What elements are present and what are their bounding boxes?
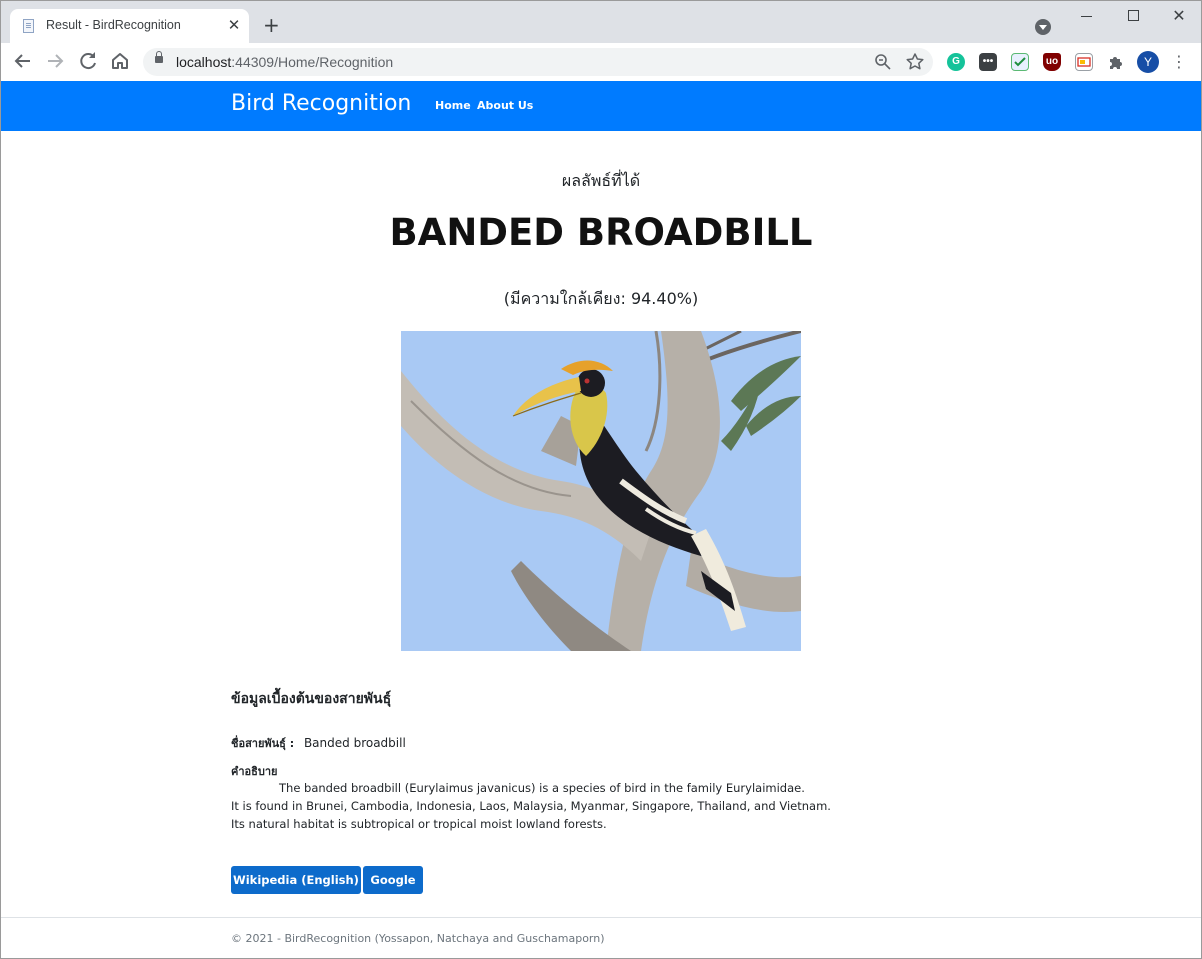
lock-icon[interactable] xyxy=(155,51,163,63)
nav-link-home[interactable]: Home xyxy=(435,99,471,112)
ublock-icon[interactable]: uo xyxy=(1043,53,1061,71)
site-navbar: Bird Recognition Home About Us xyxy=(1,81,1201,131)
new-tab-icon[interactable]: + xyxy=(263,15,280,35)
tab-strip: Result - BirdRecognition ✕ + ✕ xyxy=(1,1,1201,43)
result-label: ผลลัพธ์ที่ได้ xyxy=(561,171,641,190)
description-line: The banded broadbill (Eurylaimus javanic… xyxy=(279,781,805,795)
check-extension-icon[interactable] xyxy=(1011,53,1029,71)
navbar-brand[interactable]: Bird Recognition xyxy=(231,91,411,116)
browser-toolbar: localhost:44309/Home/Recognition G ••• u… xyxy=(1,43,1201,82)
description-text: The banded broadbill (Eurylaimus javanic… xyxy=(231,779,871,833)
bird-photo xyxy=(401,331,801,651)
home-icon[interactable] xyxy=(108,49,132,73)
description-line: It is found in Brunei, Cambodia, Indones… xyxy=(231,799,831,813)
address-bar[interactable]: localhost:44309/Home/Recognition xyxy=(143,48,933,76)
tab-close-icon[interactable]: ✕ xyxy=(226,15,242,35)
page-favicon-icon xyxy=(23,19,34,33)
puzzle-icon[interactable] xyxy=(1107,53,1125,71)
info-heading: ข้อมูลเบื้องต้นของสายพันธุ์ xyxy=(231,691,392,707)
description-line: Its natural habitat is subtropical or tr… xyxy=(231,817,607,831)
google-button[interactable]: Google xyxy=(363,866,423,894)
footer-divider xyxy=(1,917,1201,918)
zoom-icon[interactable] xyxy=(872,51,894,73)
footer-text: © 2021 - BirdRecognition (Yossapon, Natc… xyxy=(231,932,605,945)
species-name-value: Banded broadbill xyxy=(303,736,406,750)
nav-link-about-us[interactable]: About Us xyxy=(477,99,533,112)
ellipsis-extension-icon[interactable]: ••• xyxy=(979,53,997,71)
browser-window: Result - BirdRecognition ✕ + ✕ localhost… xyxy=(0,0,1202,959)
window-close-icon[interactable]: ✕ xyxy=(1159,5,1199,27)
menu-icon[interactable]: ⋮ xyxy=(1169,52,1189,72)
tab-search-icon[interactable] xyxy=(1035,19,1051,35)
profile-avatar[interactable]: Y xyxy=(1137,51,1159,73)
back-icon[interactable] xyxy=(11,49,35,73)
species-name-label: ชื่อสายพันธุ์ : xyxy=(231,737,295,750)
description-label: คำอธิบาย xyxy=(231,765,278,778)
tab-title: Result - BirdRecognition xyxy=(46,18,181,32)
forward-icon[interactable] xyxy=(43,49,67,73)
species-title: BANDED BROADBILL xyxy=(389,211,813,254)
maximize-icon[interactable] xyxy=(1113,5,1153,27)
star-icon[interactable] xyxy=(904,51,926,73)
wikipedia-button[interactable]: Wikipedia (English) xyxy=(231,866,361,894)
cast-extension-icon[interactable] xyxy=(1075,53,1093,71)
page-content: Bird Recognition Home About Us ผลลัพธ์ที… xyxy=(1,81,1201,958)
confidence-text: (มีความใกล้เคียง: 94.40%) xyxy=(503,289,699,308)
grammarly-icon[interactable]: G xyxy=(947,53,965,71)
reload-icon[interactable] xyxy=(76,49,100,73)
browser-tab[interactable]: Result - BirdRecognition ✕ xyxy=(10,9,249,43)
minimize-icon[interactable] xyxy=(1067,5,1107,27)
url-text: localhost:44309/Home/Recognition xyxy=(176,54,394,70)
species-name-row: ชื่อสายพันธุ์ : Banded broadbill xyxy=(231,734,406,752)
